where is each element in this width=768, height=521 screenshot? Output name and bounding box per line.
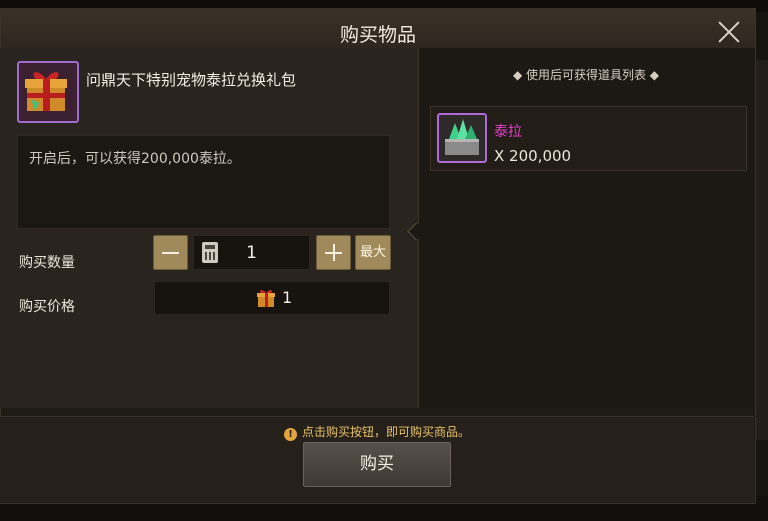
reward-item-name: 泰拉 [494, 124, 522, 140]
close-icon[interactable] [715, 18, 743, 46]
game-background-side [754, 60, 768, 440]
buy-button[interactable]: 购买 [303, 442, 451, 487]
purchase-notice: ! 点击购买按钮，即可购买商品。 [0, 423, 754, 441]
quantity-value: 1 [246, 243, 257, 263]
price-value: 1 [282, 288, 293, 307]
dialog-title: 购买物品 [339, 24, 416, 46]
reward-list-header: ◆ 使用后可获得道具列表 ◆ [512, 68, 660, 82]
price-label: 购买价格 [19, 299, 75, 315]
max-quantity-button[interactable]: 最大 [355, 235, 391, 270]
decrease-quantity-button[interactable] [153, 235, 188, 270]
reward-item-amount: X 200,000 [494, 147, 572, 165]
reward-item[interactable]: 泰拉 X 200,000 [430, 106, 747, 171]
purchase-notice-text: 点击购买按钮，即可购买商品。 [301, 425, 470, 439]
minus-icon [162, 252, 179, 254]
quantity-label: 购买数量 [19, 255, 75, 271]
gift-box-icon [17, 61, 79, 123]
item-name: 问鼎天下特别宠物泰拉兑换礼包 [86, 71, 297, 89]
increase-quantity-button[interactable] [316, 235, 351, 270]
price-display: 1 [154, 281, 390, 315]
reward-list-panel [418, 48, 755, 408]
crystal-chest-icon [437, 113, 487, 163]
quantity-input[interactable]: 1 [193, 235, 310, 270]
item-description: 开启后，可以获得200,000泰拉。 [17, 135, 390, 229]
gift-box-icon [255, 287, 277, 309]
warning-icon: ! [283, 428, 297, 441]
